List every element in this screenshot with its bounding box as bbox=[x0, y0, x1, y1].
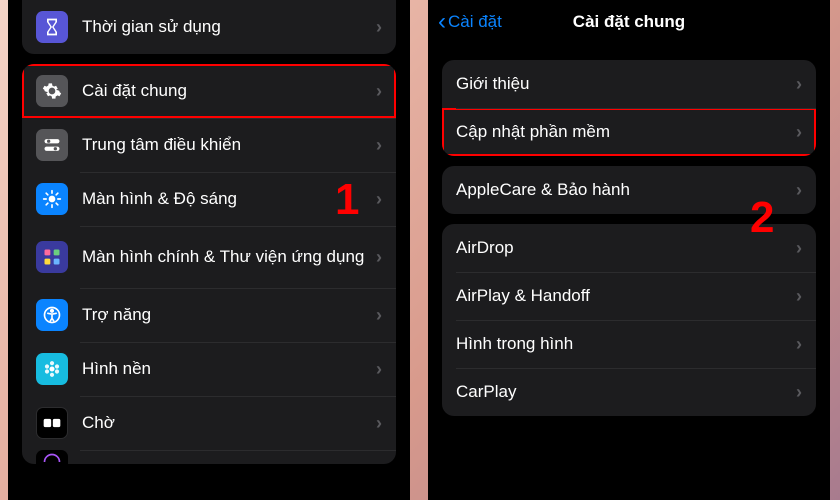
row-label: AirPlay & Handoff bbox=[456, 286, 796, 306]
sun-icon bbox=[36, 183, 68, 215]
row-airplay-handoff[interactable]: AirPlay & Handoff › bbox=[442, 272, 816, 320]
row-label: Cài đặt chung bbox=[82, 81, 376, 101]
row-home-screen[interactable]: Màn hình chính & Thư viện ứng dụng › bbox=[22, 226, 396, 288]
row-software-update[interactable]: Cập nhật phần mềm › bbox=[442, 108, 816, 156]
row-control-center[interactable]: Trung tâm điều khiển › bbox=[22, 118, 396, 172]
row-screentime[interactable]: Thời gian sử dụng › bbox=[22, 0, 396, 54]
row-wallpaper[interactable]: Hình nền › bbox=[22, 342, 396, 396]
chevron-right-icon: › bbox=[796, 74, 802, 95]
back-button[interactable]: ‹ Cài đặt bbox=[438, 8, 502, 36]
step-annotation-2: 2 bbox=[750, 193, 774, 243]
settings-group-screentime: Thời gian sử dụng › bbox=[22, 0, 396, 54]
row-siri-search[interactable] bbox=[22, 450, 396, 464]
chevron-right-icon: › bbox=[376, 413, 382, 434]
row-about[interactable]: Giới thiệu › bbox=[442, 60, 816, 108]
chevron-right-icon: › bbox=[376, 305, 382, 326]
row-label: Cập nhật phần mềm bbox=[456, 122, 796, 142]
chevron-right-icon: › bbox=[796, 382, 802, 403]
row-accessibility[interactable]: Trợ năng › bbox=[22, 288, 396, 342]
chevron-left-icon: ‹ bbox=[438, 8, 446, 36]
row-label: Thời gian sử dụng bbox=[82, 17, 376, 37]
general-group-connectivity: AirDrop › AirPlay & Handoff › Hình trong… bbox=[442, 224, 816, 416]
row-label: Hình nền bbox=[82, 359, 376, 379]
row-label: Trung tâm điều khiển bbox=[82, 135, 376, 155]
accessibility-icon bbox=[36, 299, 68, 331]
settings-group-main: Cài đặt chung › Trung tâm điều khiển › M… bbox=[22, 64, 396, 464]
siri-icon bbox=[36, 450, 68, 464]
row-standby[interactable]: Chờ › bbox=[22, 396, 396, 450]
back-label: Cài đặt bbox=[448, 12, 502, 32]
step-annotation-1: 1 bbox=[335, 175, 359, 225]
row-label: Hình trong hình bbox=[456, 334, 796, 354]
row-label: Màn hình chính & Thư viện ứng dụng bbox=[82, 246, 376, 268]
chevron-right-icon: › bbox=[376, 17, 382, 38]
chevron-right-icon: › bbox=[796, 286, 802, 307]
row-label: Chờ bbox=[82, 413, 376, 433]
hourglass-icon bbox=[36, 11, 68, 43]
row-label: CarPlay bbox=[456, 382, 796, 402]
app-grid-icon bbox=[36, 241, 68, 273]
chevron-right-icon: › bbox=[796, 238, 802, 259]
chevron-right-icon: › bbox=[796, 180, 802, 201]
gear-icon bbox=[36, 75, 68, 107]
row-label: Màn hình & Độ sáng bbox=[82, 189, 376, 209]
general-group-about: Giới thiệu › Cập nhật phần mềm › bbox=[442, 60, 816, 156]
chevron-right-icon: › bbox=[796, 122, 802, 143]
flower-icon bbox=[36, 353, 68, 385]
nav-header: ‹ Cài đặt Cài đặt chung bbox=[428, 0, 830, 50]
clock-widget-icon bbox=[36, 407, 68, 439]
chevron-right-icon: › bbox=[376, 135, 382, 156]
general-settings-screen: ‹ Cài đặt Cài đặt chung Giới thiệu › Cập… bbox=[428, 0, 830, 500]
row-label: AirDrop bbox=[456, 238, 796, 258]
row-carplay[interactable]: CarPlay › bbox=[442, 368, 816, 416]
chevron-right-icon: › bbox=[376, 81, 382, 102]
row-label: Giới thiệu bbox=[456, 74, 796, 94]
row-pip[interactable]: Hình trong hình › bbox=[442, 320, 816, 368]
chevron-right-icon: › bbox=[376, 247, 382, 268]
row-general[interactable]: Cài đặt chung › bbox=[22, 64, 396, 118]
sliders-icon bbox=[36, 129, 68, 161]
chevron-right-icon: › bbox=[376, 359, 382, 380]
page-title: Cài đặt chung bbox=[573, 12, 685, 32]
chevron-right-icon: › bbox=[796, 334, 802, 355]
chevron-right-icon: › bbox=[376, 189, 382, 210]
row-label: AppleCare & Bảo hành bbox=[456, 180, 796, 200]
settings-main-screen: Thời gian sử dụng › Cài đặt chung › Trun… bbox=[8, 0, 410, 500]
row-label: Trợ năng bbox=[82, 305, 376, 325]
